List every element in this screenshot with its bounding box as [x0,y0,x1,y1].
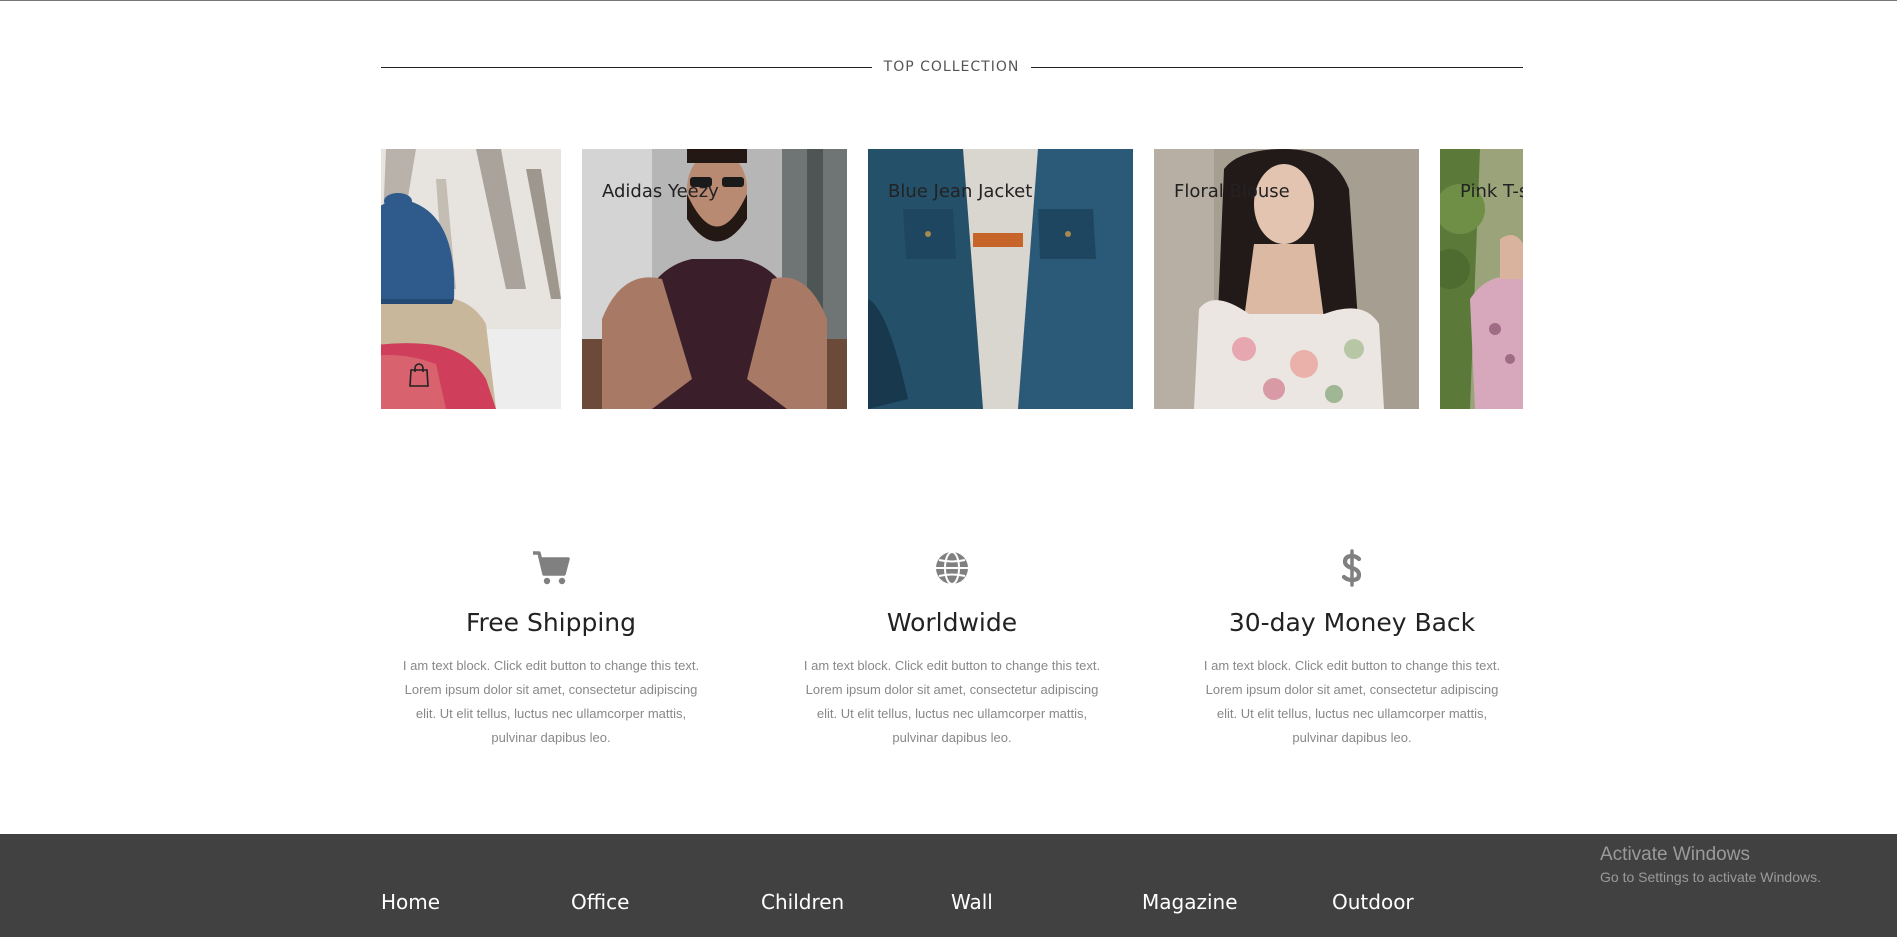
product-card-adidas-yeezy[interactable]: Adidas Yeezy [582,149,847,409]
product-label: Adidas Yeezy [602,181,719,202]
section-header: TOP COLLECTION [381,56,1523,78]
watermark-subtitle: Go to Settings to activate Windows. [1600,869,1821,885]
globe-icon [936,551,968,585]
product-card-floral-blouse[interactable]: Floral Blouse [1154,149,1419,409]
cart-icon [533,551,570,585]
product-label: Floral Blouse [1174,181,1290,202]
divider-left [381,67,872,68]
activate-windows-watermark: Activate Windows Go to Settings to activ… [1600,843,1821,887]
top-border [0,0,1897,1]
feature-title: Worldwide [886,608,1018,637]
divider-right [1031,67,1523,68]
product-carousel[interactable]: anie Adidas Yeezy [381,149,1523,409]
footer-nav-magazine[interactable]: Magazine [1142,890,1238,914]
product-card-beanie[interactable]: anie [381,149,561,409]
footer-nav-outdoor[interactable]: Outdoor [1332,890,1414,914]
product-card-pink-tshirt[interactable]: Pink T-shirt [1440,149,1523,409]
product-label: Blue Jean Jacket [888,181,1033,202]
footer-nav-home[interactable]: Home [381,890,440,914]
feature-worldwide: Worldwide I am text block. Click edit bu… [782,548,1122,750]
features-section: Free Shipping I am text block. Click edi… [381,548,1523,748]
feature-text: I am text block. Click edit button to ch… [1203,658,1501,745]
product-label: Pink T-shirt [1460,181,1523,202]
footer-nav-children[interactable]: Children [761,890,844,914]
feature-text: I am text block. Click edit button to ch… [402,658,700,745]
feature-free-shipping: Free Shipping I am text block. Click edi… [381,548,721,750]
shopping-bag-icon[interactable] [408,363,430,387]
footer-nav-office[interactable]: Office [571,890,629,914]
section-title: TOP COLLECTION [883,59,1020,75]
product-card-blue-jean-jacket[interactable]: Blue Jean Jacket [868,149,1133,409]
feature-title: Free Shipping [465,608,637,637]
footer-nav-wall[interactable]: Wall [951,890,993,914]
watermark-title: Activate Windows [1600,844,1750,865]
feature-text: I am text block. Click edit button to ch… [803,658,1101,745]
feature-title: 30-day Money Back [1228,608,1476,637]
feature-money-back: 30-day Money Back I am text block. Click… [1182,548,1522,750]
dollar-icon [1341,549,1362,587]
